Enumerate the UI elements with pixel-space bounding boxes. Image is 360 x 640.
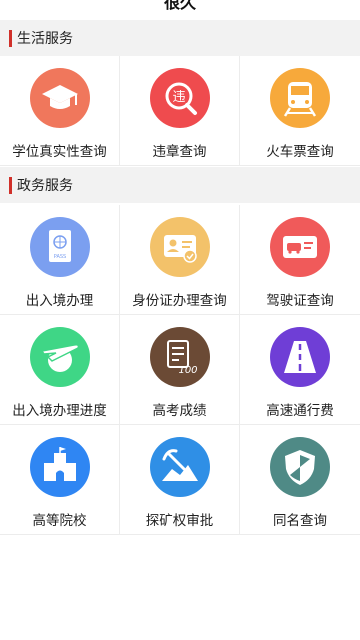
exam-score-icon: 100	[149, 327, 210, 387]
service-label: 火车票查询	[266, 144, 334, 160]
service-mining-approval[interactable]: 探矿权审批	[120, 425, 240, 535]
service-label: 违章查询	[152, 144, 207, 160]
university-building-icon	[29, 437, 90, 497]
violation-search-icon: 违	[149, 68, 210, 128]
svg-text:PASS: PASS	[53, 254, 65, 260]
service-train-ticket[interactable]: 火车票查询	[240, 56, 360, 166]
section-accent-bar	[9, 176, 12, 194]
mining-icon	[149, 437, 210, 497]
service-label: 学位真实性查询	[12, 144, 107, 160]
top-bar: 很久	[0, 0, 360, 20]
grid-row: 出入境办理进度 100 高考成绩 高速通行费	[0, 315, 360, 425]
grid-row: PASS 出入境办理 身份证办理查询 驾驶证查询	[0, 205, 360, 315]
id-card-icon	[149, 217, 210, 277]
life-services-grid: 学位真实性查询 违 违章查询 火车票查询	[0, 56, 360, 166]
service-label: 同名查询	[273, 513, 327, 529]
svg-text:违: 违	[172, 90, 185, 105]
section-accent-bar	[9, 29, 12, 47]
service-exit-entry-progress[interactable]: 出入境办理进度	[0, 315, 120, 425]
gov-services-grid: PASS 出入境办理 身份证办理查询 驾驶证查询 出入境办理进度 100 高考成…	[0, 205, 360, 535]
graduation-cap-icon	[29, 68, 90, 128]
service-label: 驾驶证查询	[266, 293, 334, 309]
airplane-globe-icon	[29, 327, 90, 387]
service-gaokao-score[interactable]: 100 高考成绩	[120, 315, 240, 425]
service-label: 高速通行费	[266, 403, 334, 419]
service-label: 身份证办理查询	[132, 293, 227, 309]
driving-license-icon	[270, 217, 330, 277]
service-label: 高等院校	[32, 513, 87, 529]
service-degree-verification[interactable]: 学位真实性查询	[0, 56, 120, 166]
service-driving-license[interactable]: 驾驶证查询	[240, 205, 360, 315]
service-label: 高考成绩	[152, 403, 207, 419]
section-header-life-services: 生活服务	[0, 20, 360, 56]
service-id-card[interactable]: 身份证办理查询	[120, 205, 240, 315]
svg-text:100: 100	[178, 365, 197, 376]
grid-row: 高等院校 探矿权审批 同名查询	[0, 425, 360, 535]
service-highway-toll[interactable]: 高速通行费	[240, 315, 360, 425]
section-title: 生活服务	[17, 31, 73, 47]
grid-row: 学位真实性查询 违 违章查询 火车票查询	[0, 56, 360, 166]
section-header-gov-services: 政务服务	[0, 167, 360, 203]
service-violation-query[interactable]: 违 违章查询	[120, 56, 240, 166]
service-same-name-query[interactable]: 同名查询	[240, 425, 360, 535]
service-label: 出入境办理进度	[12, 403, 107, 419]
highway-icon	[270, 327, 330, 387]
section-title: 政务服务	[17, 178, 73, 194]
service-label: 探矿权审批	[145, 513, 214, 529]
train-icon	[270, 68, 330, 128]
service-label: 出入境办理	[25, 293, 94, 309]
service-universities[interactable]: 高等院校	[0, 425, 120, 535]
service-exit-entry[interactable]: PASS 出入境办理	[0, 205, 120, 315]
shield-icon	[270, 437, 330, 497]
passport-icon: PASS	[29, 217, 90, 277]
page-title: 很久	[163, 0, 196, 12]
